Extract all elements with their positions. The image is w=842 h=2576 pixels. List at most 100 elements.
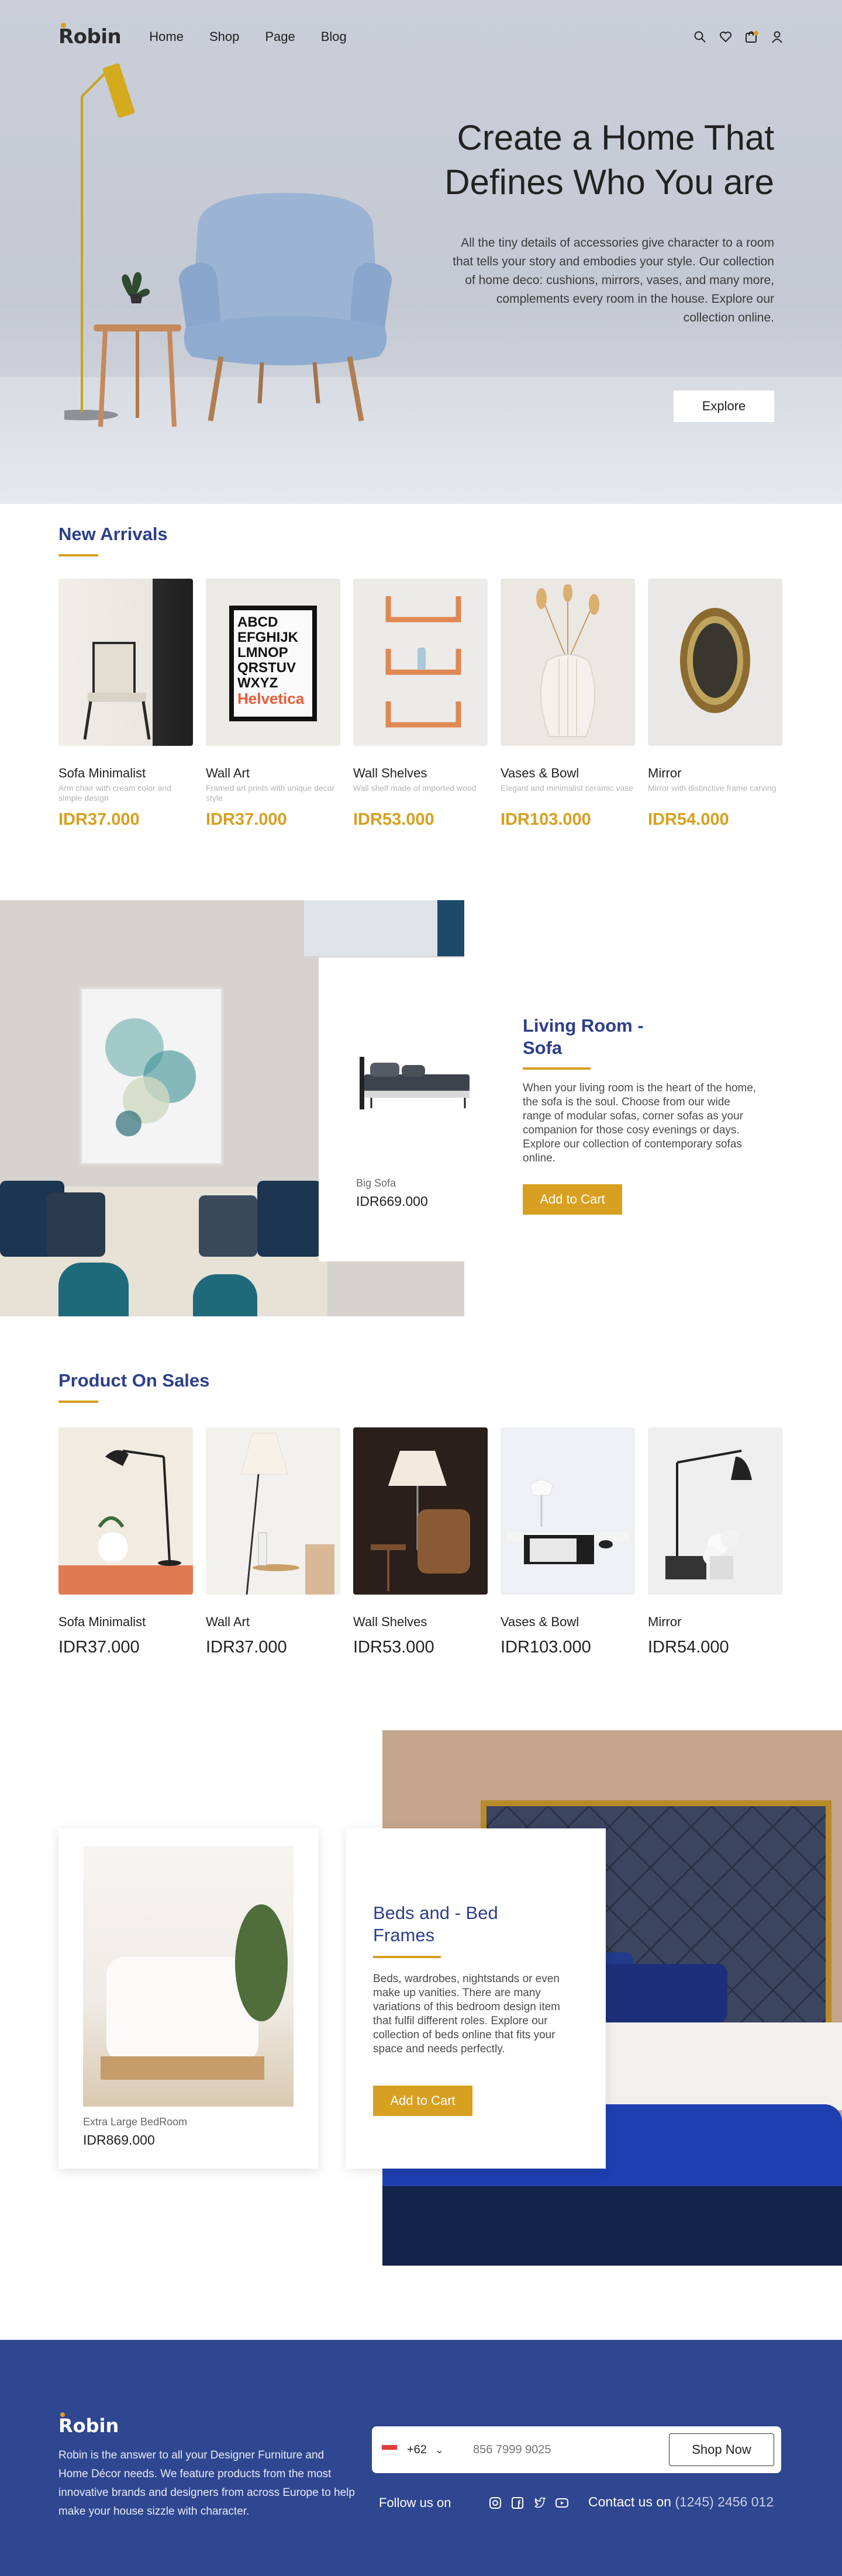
poster-text-line: EFGHIJK [237, 630, 299, 645]
beds-underline [373, 1956, 441, 1958]
product-description: Framed art prints with unique decor styl… [206, 783, 335, 803]
logo-text: Robin [58, 25, 122, 49]
hero-description: All the tiny details of accessories give… [453, 236, 774, 324]
product-price: IDR53.000 [353, 1638, 434, 1657]
living-room-underline [523, 1067, 591, 1070]
product-price: IDR103.000 [501, 1638, 591, 1657]
big-sofa-image [360, 1057, 470, 1109]
hero-title-line1: Create a Home That [457, 118, 775, 157]
card-product-name: Extra Large BedRoom [83, 2116, 188, 2128]
phone-input[interactable] [473, 2443, 649, 2457]
product-card[interactable]: Mirror IDR54.000 [648, 1427, 782, 1657]
product-price: IDR53.000 [353, 810, 434, 829]
logo-dot [60, 2412, 65, 2417]
product-card[interactable]: Mirror Mirror with distinctive frame car… [648, 579, 782, 829]
follow-us-label: Follow us on [379, 2495, 451, 2510]
country-code[interactable]: +62 [407, 2443, 427, 2457]
product-image-chandelier[interactable] [353, 1427, 488, 1595]
on-sales-title: Product On Sales [58, 1370, 210, 1391]
poster-text-line: LMNOP [237, 645, 288, 661]
poster-frame: ABCD EFGHIJK LMNOP QRSTUV WXYZ Helvetica [229, 606, 317, 721]
product-image-wall-shelves[interactable] [353, 579, 488, 746]
product-card[interactable]: Wall Shelves Wall shelf made of imported… [353, 579, 488, 829]
product-price: IDR103.000 [501, 810, 591, 829]
product-image-reading-lamp[interactable] [648, 1427, 782, 1595]
nav-link-home[interactable]: Home [149, 29, 184, 44]
heart-icon[interactable] [719, 30, 732, 43]
page: Robin Home Shop Page Blog Create a Home … [0, 0, 842, 2576]
nav-link-shop[interactable]: Shop [209, 29, 239, 44]
logo[interactable]: Robin [58, 23, 122, 49]
card-product-name: Big Sofa [356, 1177, 396, 1189]
product-name[interactable]: Mirror [648, 766, 782, 781]
add-to-cart-button[interactable]: Add to Cart [373, 2086, 472, 2116]
product-image-armchair[interactable] [58, 579, 193, 746]
product-name[interactable]: Wall Shelves [353, 766, 488, 781]
product-name[interactable]: Wall Shelves [353, 1614, 488, 1630]
armchair-illustration [179, 193, 392, 421]
living-room-product-card[interactable]: Big Sofa IDR669.000 [319, 957, 488, 1261]
phone-signup-form: +62 ⌄ Shop Now [372, 2426, 781, 2473]
product-name[interactable]: Wall Art [206, 1614, 340, 1630]
product-name[interactable]: Mirror [648, 1614, 782, 1630]
search-icon[interactable] [693, 30, 706, 43]
new-arrivals-title: New Arrivals [58, 524, 168, 544]
product-name[interactable]: Wall Art [206, 766, 340, 781]
footer: Robin Robin is the answer to all your De… [0, 2340, 842, 2576]
contact-number[interactable]: (1245) 2456 012 [675, 2494, 774, 2509]
contact-info: Contact us on (1245) 2456 012 [588, 2494, 774, 2510]
poster-text-helvetica: Helvetica [237, 690, 305, 707]
footer-logo-text: Robin [58, 2415, 119, 2437]
product-price: IDR37.000 [206, 1638, 287, 1657]
product-name[interactable]: Vases & Bowl [501, 1614, 635, 1630]
product-image-desk-lamp[interactable] [58, 1427, 193, 1595]
product-card[interactable]: Sofa Minimalist Arm chair with cream col… [58, 579, 193, 829]
instagram-icon[interactable] [489, 2497, 502, 2509]
product-price: IDR37.000 [58, 1638, 140, 1657]
product-description: Arm chair with cream color and simple de… [58, 783, 171, 803]
footer-about: Robin is the answer to all your Designer… [58, 2449, 355, 2518]
poster-text-line: QRSTUV [237, 660, 296, 676]
product-name[interactable]: Vases & Bowl [501, 766, 635, 781]
wall-painting [80, 987, 223, 1166]
nav-link-page[interactable]: Page [265, 29, 295, 44]
product-image-floor-lamp[interactable] [206, 1427, 340, 1595]
product-card[interactable]: ABCD EFGHIJK LMNOP QRSTUV WXYZ Helvetica… [206, 579, 340, 829]
product-image-desk[interactable] [501, 1427, 635, 1595]
nav-links: Home Shop Page Blog [149, 29, 347, 44]
beds-info-card: Beds and - Bed Frames Beds, wardrobes, n… [346, 1828, 606, 2169]
bed-product-card[interactable]: Extra Large BedRoom IDR869.000 [58, 1828, 318, 2169]
living-room-description: When your living room is the heart of th… [523, 1082, 757, 1164]
product-name[interactable]: Sofa Minimalist [58, 1614, 193, 1630]
product-name[interactable]: Sofa Minimalist [58, 766, 193, 781]
nav-link-blog[interactable]: Blog [321, 29, 347, 44]
social-icons [489, 2497, 568, 2509]
product-description: Elegant and minimalist ceramic vase [501, 783, 634, 793]
product-image-mirror[interactable] [648, 579, 782, 746]
card-product-price: IDR669.000 [356, 1194, 428, 1209]
facebook-icon[interactable] [511, 2497, 524, 2509]
product-image-vase[interactable] [501, 579, 635, 746]
side-table-illustration [94, 272, 181, 427]
cart-icon[interactable] [745, 30, 758, 43]
hero-section: Robin Home Shop Page Blog Create a Home … [0, 0, 842, 504]
main-nav: Robin Home Shop Page Blog [58, 22, 784, 51]
twitter-icon[interactable] [533, 2497, 546, 2509]
new-arrivals-underline [58, 554, 98, 556]
nav-icons [693, 30, 784, 43]
product-card[interactable]: Vases & Bowl IDR103.000 [501, 1427, 635, 1657]
product-image-wall-art[interactable]: ABCD EFGHIJK LMNOP QRSTUV WXYZ Helvetica [206, 579, 340, 746]
shop-now-button[interactable]: Shop Now [669, 2433, 774, 2466]
product-card[interactable]: Vases & Bowl Elegant and minimalist cera… [501, 579, 635, 829]
product-price: IDR54.000 [648, 810, 729, 829]
product-card[interactable]: Wall Art IDR37.000 [206, 1427, 340, 1657]
youtube-icon[interactable] [555, 2497, 568, 2509]
product-card[interactable]: Sofa Minimalist IDR37.000 [58, 1427, 193, 1657]
add-to-cart-button[interactable]: Add to Cart [523, 1184, 622, 1215]
poster-text-line: ABCD [237, 614, 278, 630]
explore-button[interactable]: Explore [674, 390, 774, 422]
product-card[interactable]: Wall Shelves IDR53.000 [353, 1427, 488, 1657]
user-icon[interactable] [771, 30, 784, 43]
footer-logo[interactable]: Robin [58, 2412, 119, 2437]
chevron-down-icon[interactable]: ⌄ [435, 2444, 444, 2456]
